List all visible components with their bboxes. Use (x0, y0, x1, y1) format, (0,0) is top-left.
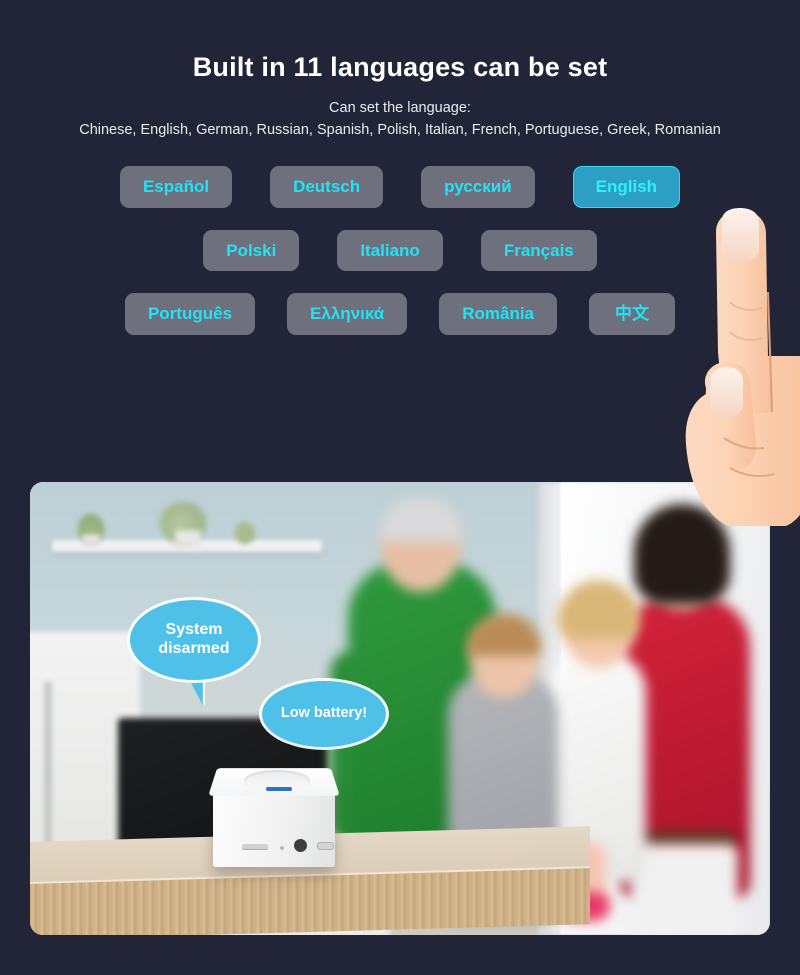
alarm-device-jack (294, 839, 307, 852)
alarm-device-card-slot (242, 844, 268, 850)
product-scene-photo (30, 482, 770, 935)
page-title: Built in 11 languages can be set (192, 52, 608, 82)
woman-hair (634, 504, 730, 604)
language-button-espanol[interactable]: Español (119, 166, 233, 208)
language-row-2: Polski Italiano Français (0, 229, 800, 272)
language-button-chinese[interactable]: 中文 (589, 293, 676, 335)
cabinet-edge (44, 682, 52, 852)
language-button-english[interactable]: English (572, 166, 681, 208)
language-button-romania[interactable]: România (439, 293, 558, 335)
language-selector: Español Deutsch русский English Polski I… (0, 166, 800, 335)
speech-bubble-system-disarmed: System disarmed (130, 600, 258, 680)
woman-trousers (630, 844, 738, 935)
subtitle-label: Can set the language: (329, 100, 471, 116)
shelf-pot-1 (82, 534, 100, 546)
alarm-device-reset-pin (280, 846, 284, 850)
shelf-plant-3 (235, 522, 255, 544)
language-button-russian[interactable]: русский (421, 166, 535, 208)
language-button-greek[interactable]: Ελληνικά (287, 293, 408, 335)
language-button-francais[interactable]: Français (480, 229, 597, 272)
language-button-portugues[interactable]: Português (124, 293, 256, 335)
subtitle-language-list: Chinese, English, German, Russian, Spani… (79, 122, 721, 138)
language-button-polski[interactable]: Polski (203, 229, 300, 272)
alarm-device-led (266, 787, 292, 791)
shelf-pot-2 (175, 530, 201, 546)
alarm-device-usb-port (317, 842, 334, 850)
language-button-deutsch[interactable]: Deutsch (270, 166, 384, 208)
speech-bubble-low-battery: Low battery! (262, 681, 386, 747)
language-button-italiano[interactable]: Italiano (337, 229, 443, 272)
language-row-3: Português Ελληνικά România 中文 (0, 293, 800, 335)
language-row-1: Español Deutsch русский English (0, 166, 800, 208)
